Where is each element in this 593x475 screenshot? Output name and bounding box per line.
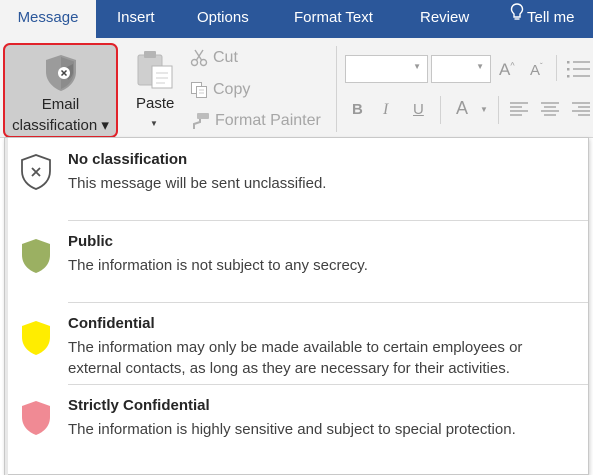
chevron-down-icon: ▼ — [476, 62, 484, 71]
ribbon-group-separator — [556, 55, 557, 81]
menu-separator — [68, 220, 588, 221]
copy-label: Copy — [213, 81, 251, 98]
format-painter-label: Format Painter — [215, 112, 321, 129]
italic-button[interactable]: I — [383, 101, 388, 119]
confidential-shield-shape — [22, 321, 50, 355]
grow-font-button[interactable]: A^ — [499, 60, 515, 80]
font-color-button[interactable]: A — [456, 98, 468, 119]
menu-separator — [68, 384, 588, 385]
email-classification-button[interactable]: Email classification ▾ — [3, 43, 118, 138]
font-color-dropdown-arrow[interactable]: ▼ — [480, 105, 488, 114]
shrink-font-label: A — [530, 62, 541, 79]
cut-label: Cut — [213, 49, 238, 66]
shield-icon — [19, 318, 53, 361]
strictly-confidential-shield-shape — [22, 401, 50, 435]
tab-format-text[interactable]: Format Text — [294, 0, 373, 38]
align-center-icon[interactable] — [541, 101, 559, 120]
shield-icon — [19, 398, 53, 441]
option-description: The information is not subject to any se… — [68, 257, 368, 274]
classification-dropdown-menu: No classification This message will be s… — [4, 137, 589, 475]
menu-item-no-classification[interactable]: No classification This message will be s… — [5, 146, 588, 222]
align-right-icon[interactable] — [572, 101, 590, 120]
bold-button[interactable]: B — [352, 101, 363, 118]
shield-icon — [19, 236, 53, 279]
font-color-label: A — [456, 98, 469, 118]
tab-review[interactable]: Review — [420, 0, 469, 38]
option-description: The information is highly sensitive and … — [68, 421, 516, 438]
paintbrush-icon — [190, 112, 215, 130]
grow-font-label: A — [499, 60, 511, 79]
ribbon-group-separator — [336, 46, 337, 132]
align-left-icon[interactable] — [510, 101, 528, 120]
ribbon-group-separator — [498, 96, 499, 124]
tell-me-label: Tell me — [527, 9, 575, 26]
option-description: The information may only be made availab… — [68, 339, 523, 377]
paste-dropdown-arrow[interactable]: ▼ — [150, 119, 158, 128]
shield-x-icon — [19, 152, 53, 195]
copy-icon — [190, 81, 213, 99]
public-shield-shape — [22, 239, 50, 273]
option-title: Confidential — [68, 315, 155, 332]
tab-message[interactable]: Message — [0, 0, 96, 38]
email-classification-label-line2: classification ▾ — [12, 117, 109, 134]
cut-button[interactable]: Cut — [190, 47, 238, 69]
copy-button[interactable]: Copy — [190, 79, 250, 101]
menu-separator — [68, 302, 588, 303]
font-size-combobox[interactable]: ▼ — [431, 55, 491, 83]
option-title: Public — [68, 233, 114, 250]
font-name-combobox[interactable]: ▼ — [345, 55, 428, 83]
option-description: This message will be sent unclassified. — [68, 175, 327, 192]
menu-item-public[interactable]: Public The information is not subject to… — [5, 228, 588, 304]
underline-button[interactable]: U — [413, 101, 424, 118]
lightbulb-icon — [510, 0, 524, 36]
option-title: Strictly Confidential — [68, 397, 210, 414]
clipboard-paste-icon[interactable] — [135, 49, 175, 92]
menu-item-strictly-confidential[interactable]: Strictly Confidential The information is… — [5, 392, 588, 468]
email-classification-label-line1: Email — [41, 96, 80, 113]
ribbon-group-separator — [440, 96, 441, 124]
tell-me-box[interactable]: Tell me — [510, 0, 575, 38]
shield-x-icon — [43, 53, 79, 96]
paste-button-label[interactable]: Paste — [136, 95, 174, 112]
format-painter-button[interactable]: Format Painter — [190, 110, 321, 132]
tab-options[interactable]: Options — [197, 0, 249, 38]
menu-item-confidential[interactable]: Confidential The information may only be… — [5, 310, 588, 386]
chevron-down-icon: ▼ — [413, 62, 421, 71]
option-title: No classification — [68, 151, 188, 168]
shrink-font-button[interactable]: Aˇ — [530, 62, 543, 79]
tab-insert[interactable]: Insert — [117, 0, 155, 38]
bullets-icon[interactable] — [566, 58, 590, 83]
scissors-icon — [190, 49, 213, 67]
ribbon-tab-bar: Message Insert Options Format Text Revie… — [0, 0, 593, 38]
